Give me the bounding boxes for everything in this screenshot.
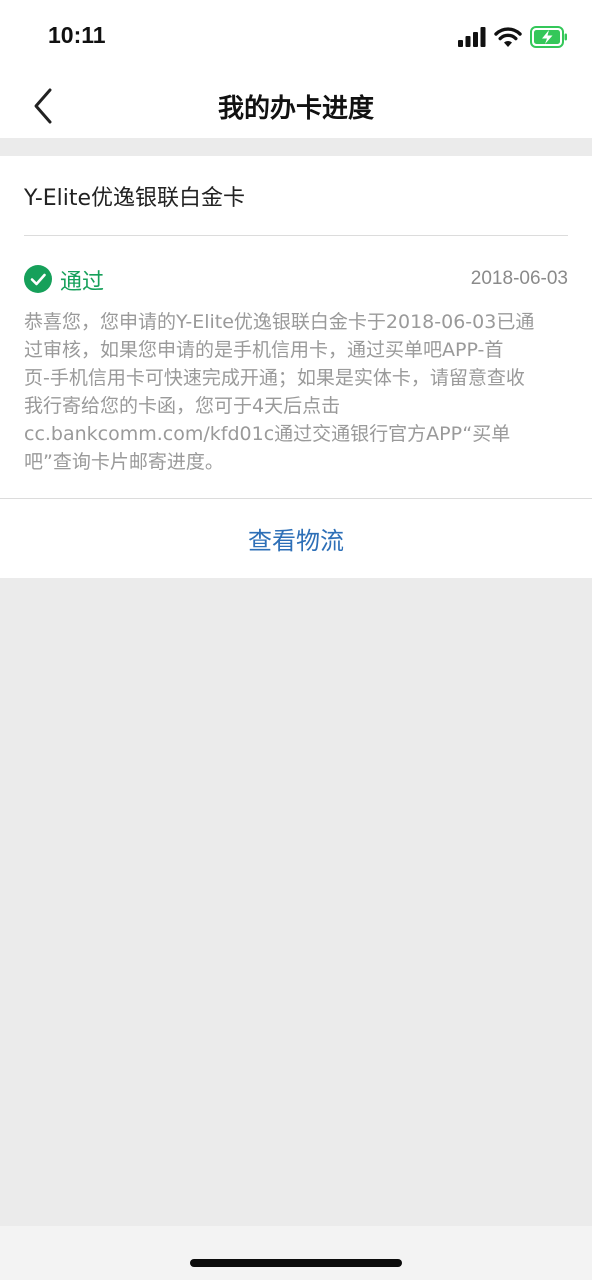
description-line: 过审核，如果您申请的是手机信用卡，通过买单吧APP-首 [24,339,504,361]
divider [24,235,568,236]
check-circle-icon [24,265,52,293]
home-indicator-bar [0,1226,592,1280]
navigation-bar: 我的办卡进度 [0,72,592,138]
description-line: 页-手机信用卡可快速完成开通；如果是实体卡，请留意查收 [24,367,525,389]
card-product-name: Y-Elite优逸银联白金卡 [24,186,246,211]
signal-icon [458,27,486,47]
description-line: 恭喜您，您申请的Y-Elite优逸银联白金卡于2018-06-03已通 [24,311,535,333]
description-line: 我行寄给您的卡函，您可于4天后点击 [24,395,341,417]
home-indicator[interactable] [190,1259,402,1267]
status-time: 10:11 [48,22,106,48]
description-line: 吧”查询卡片邮寄进度。 [24,451,224,473]
description-line: cc.bankcomm.com/kfd01c通过交通银行官方APP“买单 [24,423,511,445]
view-logistics-button[interactable]: 查看物流 [0,499,592,578]
page-title: 我的办卡进度 [217,94,374,124]
status-bar: 10:11 [0,0,592,72]
status-row: 通过 2018-06-03 [24,264,568,296]
application-card: Y-Elite优逸银联白金卡 通过 2018-06-03 恭喜您，您申请的Y-E… [0,156,592,578]
battery-charging-icon [530,26,567,48]
status-label: 通过 [60,270,105,295]
status-description: 恭喜您，您申请的Y-Elite优逸银联白金卡于2018-06-03已通 过审核，… [24,308,572,476]
status-icons [458,24,568,50]
wifi-icon [494,27,522,47]
status-date: 2018-06-03 [470,268,568,289]
